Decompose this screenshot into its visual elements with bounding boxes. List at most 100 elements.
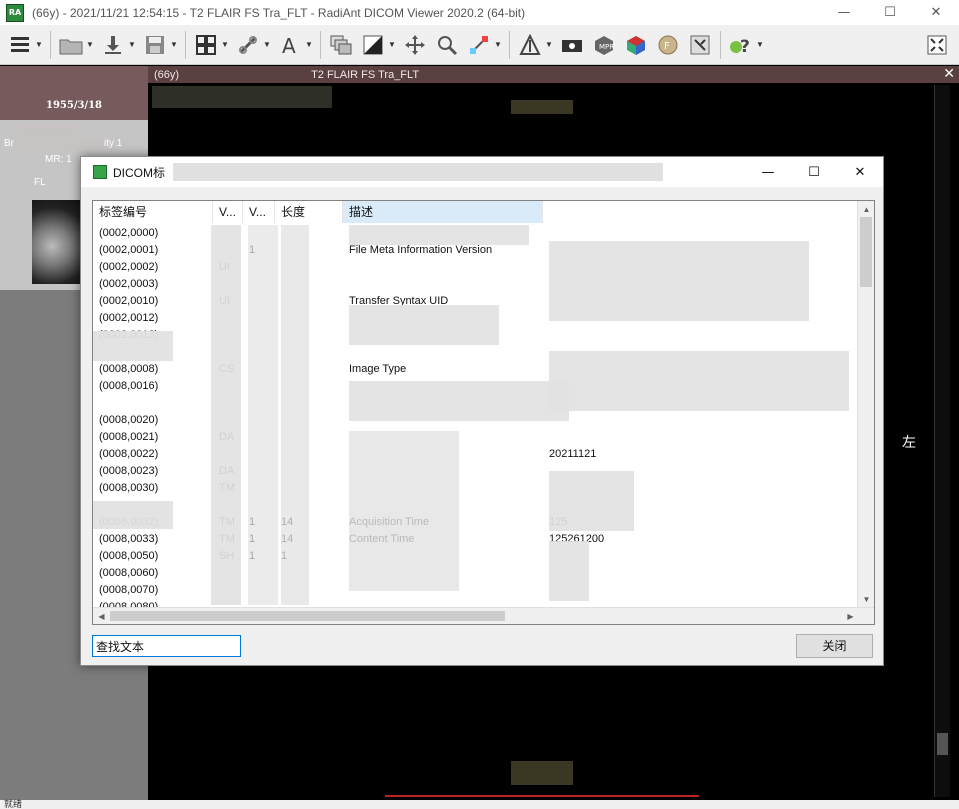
svg-text:?: ? xyxy=(740,37,750,56)
dicom-tag-table[interactable]: 标签编号 V... V... 长度 描述 (0002,0000) (0002,00… xyxy=(92,200,875,625)
link-button[interactable]: ▼ xyxy=(232,28,274,62)
3d-icon xyxy=(622,31,650,59)
search-input[interactable] xyxy=(92,635,241,657)
redaction-block xyxy=(511,100,573,114)
table-cell-val xyxy=(543,327,858,344)
3d-button[interactable] xyxy=(620,28,652,62)
fusion-button[interactable]: F xyxy=(652,28,684,62)
series-stack-button[interactable] xyxy=(325,28,357,62)
window-level-button[interactable]: ▼ xyxy=(357,28,399,62)
chevron-down-icon[interactable]: ▼ xyxy=(493,31,503,59)
chevron-down-icon[interactable]: ▼ xyxy=(304,31,314,59)
table-row[interactable]: (0008,0032)TM114Acquisition Time125 xyxy=(93,514,858,531)
viewport-scrollbar[interactable] xyxy=(934,85,950,797)
toolbar-separator xyxy=(509,30,510,59)
text-annotation-icon: A xyxy=(276,31,304,59)
measure-button[interactable]: ▼ xyxy=(463,28,505,62)
table-cell-desc xyxy=(343,344,543,361)
redaction-block xyxy=(152,86,332,108)
table-horizontal-scroll-thumb[interactable] xyxy=(110,611,505,621)
chevron-down-icon[interactable]: ▼ xyxy=(387,31,397,59)
save-button[interactable]: ▼ xyxy=(139,28,181,62)
table-horizontal-scrollbar[interactable]: ◀ ▶ xyxy=(93,607,874,624)
download-button[interactable]: ▼ xyxy=(97,28,139,62)
fullscreen-button[interactable] xyxy=(921,28,953,62)
pan-button[interactable] xyxy=(399,28,431,62)
table-row[interactable]: (0008,0050)SH11 xyxy=(93,548,858,565)
redaction-block xyxy=(248,225,278,605)
column-header-description[interactable]: 描述 xyxy=(343,201,543,223)
reset-button[interactable] xyxy=(684,28,716,62)
scale-ruler xyxy=(385,795,699,797)
table-row[interactable]: (0008,0022) 20211121 xyxy=(93,446,858,463)
table-cell-val: 125261200 xyxy=(549,533,605,545)
chevron-down-icon[interactable]: ▼ xyxy=(262,31,272,59)
scroll-right-icon[interactable]: ▶ xyxy=(842,608,859,624)
thumb-modality: MR: 1 xyxy=(45,154,72,165)
series-thumbnail-image[interactable] xyxy=(32,200,82,284)
table-vertical-scrollbar[interactable]: ▲ ▼ xyxy=(857,201,874,607)
cine-button[interactable] xyxy=(556,28,588,62)
title-bar: RA (66y) - 2021/11/21 12:54:15 - T2 FLAI… xyxy=(0,0,959,25)
column-header-value[interactable] xyxy=(543,201,858,223)
zoom-icon xyxy=(433,31,461,59)
toolbar-separator xyxy=(185,30,186,59)
redaction-block xyxy=(549,541,589,601)
zoom-button[interactable] xyxy=(431,28,463,62)
table-row[interactable]: (0008,0070) xyxy=(93,582,858,599)
open-button[interactable]: ▼ xyxy=(55,28,97,62)
scroll-down-icon[interactable]: ▼ xyxy=(858,591,874,607)
text-annotation-button[interactable]: A ▼ xyxy=(274,28,316,62)
table-row[interactable]: (0008,0023)DA xyxy=(93,463,858,480)
chevron-down-icon[interactable]: ▼ xyxy=(544,31,554,59)
table-cell-tag: (0008,0020) xyxy=(99,414,159,426)
table-cell-tag: (0008,0016) xyxy=(99,380,159,392)
layout-menu-button[interactable]: ▼ xyxy=(4,28,46,62)
column-header-vm[interactable]: V... xyxy=(243,201,275,223)
help-button[interactable]: ? ▼ xyxy=(725,28,767,62)
table-row[interactable] xyxy=(93,497,858,514)
grid-layout-button[interactable]: ▼ xyxy=(190,28,232,62)
table-row[interactable]: (0008,0060) xyxy=(93,565,858,582)
table-row[interactable]: (0008,0021)DA xyxy=(93,429,858,446)
column-header-vr[interactable]: V... xyxy=(213,201,243,223)
chevron-down-icon[interactable]: ▼ xyxy=(127,31,137,59)
redaction-block xyxy=(211,225,241,605)
viewport-scrollbar-thumb[interactable] xyxy=(937,733,948,755)
table-cell-tag: (0002,0002) xyxy=(99,261,159,273)
scroll-up-icon[interactable]: ▲ xyxy=(858,201,874,217)
table-cell-tag: (0002,0000) xyxy=(99,227,159,239)
chevron-down-icon[interactable]: ▼ xyxy=(220,31,230,59)
close-window-button[interactable]: ✕ xyxy=(913,0,959,25)
pan-icon xyxy=(401,31,429,59)
study-card[interactable]: 1955/3/18 xyxy=(0,66,148,120)
close-viewport-icon[interactable]: ✕ xyxy=(943,66,955,82)
close-dialog-button[interactable]: 关闭 xyxy=(796,634,873,658)
dialog-minimize-button[interactable]: — xyxy=(745,157,791,187)
dialog-maximize-button[interactable]: ☐ xyxy=(791,157,837,187)
column-header-tag[interactable]: 标签编号 xyxy=(93,201,213,223)
scroll-left-icon[interactable]: ◀ xyxy=(93,608,110,624)
chevron-down-icon[interactable]: ▼ xyxy=(85,31,95,59)
table-cell-desc xyxy=(343,276,543,293)
chevron-down-icon[interactable]: ▼ xyxy=(34,31,44,59)
app-logo-icon: RA xyxy=(6,3,24,22)
chevron-down-icon[interactable]: ▼ xyxy=(169,31,179,59)
open-folder-icon xyxy=(57,31,85,59)
table-row[interactable]: (0008,0030)TM xyxy=(93,480,858,497)
redaction-block xyxy=(93,501,173,529)
table-cell-tag: (0008,0033) xyxy=(99,533,159,545)
study-date: 1955/3/18 xyxy=(45,100,102,111)
scout-button[interactable]: ▼ xyxy=(514,28,556,62)
column-header-length[interactable]: 长度 xyxy=(275,201,343,223)
redaction-block xyxy=(549,351,849,411)
table-vertical-scroll-thumb[interactable] xyxy=(860,217,872,287)
mpr-button[interactable]: MPR xyxy=(588,28,620,62)
minimize-button[interactable]: — xyxy=(821,0,867,25)
dialog-app-icon xyxy=(93,165,107,179)
maximize-button[interactable]: ☐ xyxy=(867,0,913,25)
chevron-down-icon[interactable]: ▼ xyxy=(755,31,765,59)
status-bar: 就绪 xyxy=(0,800,959,809)
dialog-close-icon[interactable]: ✕ xyxy=(837,157,883,187)
table-row[interactable]: (0008,0033)TM114Content Time125261200 xyxy=(93,531,858,548)
